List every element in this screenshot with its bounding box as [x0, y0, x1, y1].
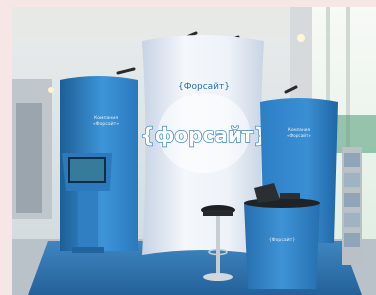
left-panel-text-line1: Компания — [94, 115, 118, 121]
brochure-slot-2 — [344, 173, 360, 187]
right-panel-text-line2: «Форсайт» — [287, 133, 311, 138]
backwall-small-logo: {Форсайт} — [178, 82, 230, 92]
left-doorway-inner — [16, 103, 42, 213]
kiosk-screen-image — [70, 159, 104, 181]
photo-canvas: Компания «Форсайт» {Форсайт} {форсайт} К… — [12, 7, 376, 295]
counter-top — [244, 198, 320, 208]
wall-lamp-right-icon — [297, 34, 305, 42]
bar-stool-base — [203, 273, 233, 281]
counter-logo: {Форсайт} — [269, 236, 296, 243]
left-panel-text-line2: «Форсайт» — [93, 120, 119, 127]
counter-device — [280, 193, 300, 199]
brochure-slot-5 — [344, 233, 360, 247]
bar-stool-pole — [216, 216, 220, 276]
info-kiosk-stand — [78, 191, 98, 249]
brochure-slot-3 — [344, 193, 360, 207]
brochure-slot-4 — [344, 213, 360, 227]
wall-lamp-left-icon — [48, 87, 54, 93]
bar-stool-cushion — [203, 210, 233, 216]
reception-counter — [244, 203, 320, 289]
brochure-slot-1 — [344, 153, 360, 167]
right-panel-text-line1: Компания — [288, 127, 310, 132]
exhibition-stand-photo: Компания «Форсайт» {Форсайт} {форсайт} К… — [12, 7, 376, 295]
info-kiosk-base — [72, 247, 104, 253]
backwall-big-logo: {форсайт} — [140, 123, 267, 147]
